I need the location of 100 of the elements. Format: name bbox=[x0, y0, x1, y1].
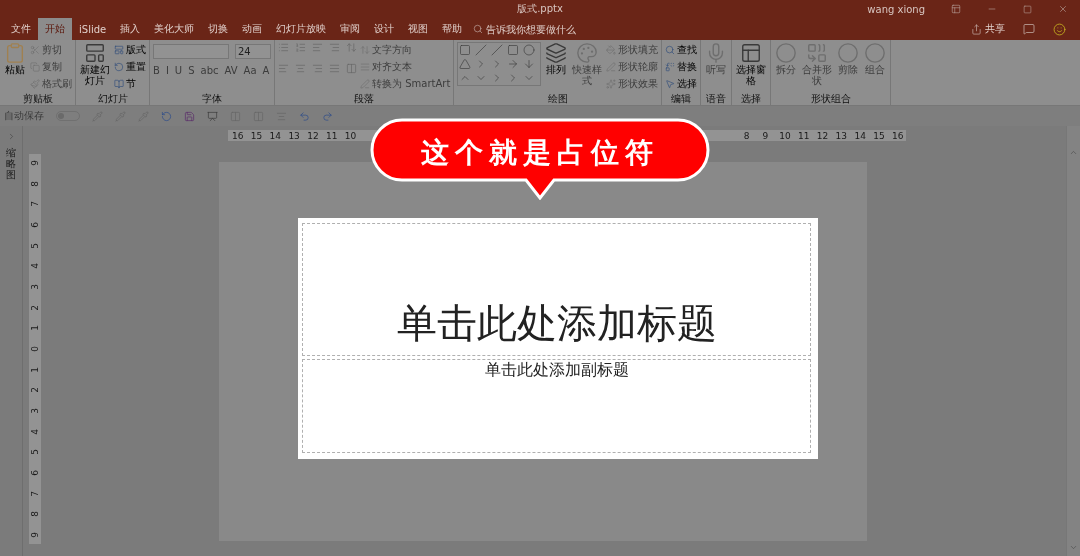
group-label: 段落 bbox=[353, 92, 376, 105]
ruler-number: 1 bbox=[30, 325, 40, 332]
ruler-number: 13 bbox=[835, 130, 846, 141]
ribbon-button[interactable]: 排列 bbox=[544, 42, 569, 75]
ruler-number: 3 bbox=[30, 408, 40, 414]
ribbon-display-icon bbox=[951, 4, 961, 14]
autosave-label: 自动保存 bbox=[4, 109, 44, 123]
shapes-gallery[interactable] bbox=[457, 42, 542, 86]
search-icon bbox=[665, 45, 676, 55]
paragraph-icon[interactable] bbox=[329, 42, 340, 53]
ribbon-button[interactable]: 选择窗格 bbox=[735, 42, 768, 86]
scroll-down-icon bbox=[1069, 543, 1078, 552]
ribbon-tab[interactable]: 插入 bbox=[113, 18, 148, 40]
ribbon-button[interactable]: 选择 bbox=[665, 76, 698, 92]
group-label: 字体 bbox=[201, 92, 223, 105]
shape-icon[interactable] bbox=[475, 44, 488, 56]
panels-icon bbox=[740, 42, 763, 64]
shape-icon[interactable] bbox=[459, 58, 472, 70]
redo-icon bbox=[322, 110, 333, 122]
paragraph-icon[interactable] bbox=[346, 42, 357, 53]
user-name: wang xiong bbox=[867, 3, 925, 15]
ruler-number: 1 bbox=[30, 366, 40, 373]
ribbon-tab[interactable]: iSlide bbox=[72, 18, 114, 40]
ribbon-button[interactable]: 新建幻灯片 bbox=[79, 42, 111, 86]
window-title: 版式.pptx bbox=[517, 2, 563, 16]
scissors-icon bbox=[30, 45, 40, 55]
scroll-up-icon bbox=[1069, 148, 1078, 157]
undo-icon bbox=[299, 110, 310, 122]
ruler-number: 0 bbox=[30, 346, 40, 352]
ruler-number: 8 bbox=[30, 180, 40, 187]
paragraph-icon[interactable] bbox=[329, 63, 340, 74]
ruler-number: 16 bbox=[892, 130, 902, 141]
section-icon bbox=[114, 79, 124, 89]
paragraph-icon[interactable] bbox=[346, 63, 357, 74]
ruler-number: 6 bbox=[30, 470, 40, 476]
ruler-number: 15 bbox=[250, 130, 261, 141]
paragraph-icon[interactable] bbox=[278, 42, 289, 53]
ruler-number: 2 bbox=[30, 387, 40, 394]
shape-icon[interactable] bbox=[507, 58, 520, 70]
ruler-number: 16 bbox=[232, 130, 242, 141]
tell-me-field[interactable]: 告诉我你想要做什么 bbox=[486, 23, 607, 35]
subtitle-placeholder[interactable]: 单击此处添加副标题 bbox=[302, 359, 811, 453]
ruler-number: 12 bbox=[816, 130, 827, 141]
ribbon-button[interactable]: 节 bbox=[114, 76, 146, 92]
ribbon-tab[interactable]: 视图 bbox=[401, 18, 436, 40]
paragraph-icon[interactable] bbox=[312, 42, 323, 53]
title-placeholder-text: 单击此处添加标题 bbox=[396, 299, 717, 348]
paragraph-icon[interactable] bbox=[295, 42, 306, 53]
shape-icon[interactable] bbox=[523, 58, 536, 70]
ruler-number: 14 bbox=[269, 130, 280, 141]
ribbon-tab[interactable]: 开始 bbox=[38, 18, 72, 40]
layers-icon bbox=[545, 42, 568, 64]
search-icon bbox=[473, 24, 484, 34]
scrollbar[interactable] bbox=[1066, 126, 1080, 556]
ribbon-tab[interactable]: 帮助 bbox=[435, 18, 470, 40]
refresh-icon bbox=[161, 110, 172, 122]
paragraph-icon[interactable] bbox=[312, 63, 323, 74]
ribbon-button[interactable]: 粘贴 bbox=[3, 42, 27, 75]
ruler-number: 10 bbox=[344, 130, 355, 141]
title-placeholder[interactable]: 单击此处添加标题 bbox=[302, 223, 811, 356]
ruler-number: 5 bbox=[30, 449, 40, 456]
shape-icon[interactable] bbox=[459, 44, 472, 56]
ribbon-tab[interactable]: 幻灯片放映 bbox=[269, 18, 334, 40]
shape-icon[interactable] bbox=[523, 44, 536, 56]
ribbon-tab[interactable]: 设计 bbox=[367, 18, 402, 40]
ribbon-tab[interactable]: 动画 bbox=[235, 18, 270, 40]
shape-icon[interactable] bbox=[507, 44, 520, 56]
ruler-number: 7 bbox=[30, 490, 40, 497]
ribbon-button[interactable]: 替换 bbox=[665, 59, 698, 75]
ruler-number: 2 bbox=[30, 304, 40, 311]
ruler-number: 12 bbox=[307, 130, 318, 141]
paragraph-icon[interactable] bbox=[278, 63, 289, 74]
group-label: 剪贴板 bbox=[21, 92, 54, 105]
ruler-number: 10 bbox=[779, 130, 790, 141]
ruler-number: 8 bbox=[742, 130, 751, 141]
ruler-number: 3 bbox=[30, 284, 40, 290]
ribbon-button[interactable]: 重置 bbox=[114, 59, 146, 75]
ribbon-tab[interactable]: 文件 bbox=[4, 18, 38, 40]
slide-layout-icon bbox=[84, 42, 106, 64]
ruler-number: 11 bbox=[326, 130, 336, 141]
ribbon-button[interactable]: 查找 bbox=[665, 42, 698, 58]
comment-icon bbox=[1023, 23, 1035, 35]
sparkles-icon bbox=[606, 79, 617, 89]
save-icon bbox=[184, 110, 195, 122]
ribbon-tab[interactable]: 审阅 bbox=[333, 18, 368, 40]
layout-icon bbox=[114, 45, 124, 55]
group-label: 绘图 bbox=[546, 92, 569, 105]
ribbon-tab[interactable]: 美化大师 bbox=[147, 18, 202, 40]
ribbon-button[interactable]: 版式 bbox=[114, 42, 146, 58]
clipboard-icon bbox=[4, 42, 26, 64]
paragraph-icon[interactable] bbox=[295, 63, 306, 74]
copy-icon bbox=[30, 62, 40, 72]
ruler-number: 4 bbox=[30, 428, 40, 435]
ruler-number: 9 bbox=[30, 531, 40, 538]
replace-icon bbox=[665, 62, 676, 72]
share-button[interactable]: 共享 bbox=[971, 22, 1005, 36]
ribbon-tab[interactable]: 切换 bbox=[201, 18, 236, 40]
ruler-number: 6 bbox=[30, 222, 40, 228]
thumbnail-pane-label[interactable]: 缩略图 bbox=[6, 147, 16, 180]
shape-icon[interactable] bbox=[491, 44, 504, 56]
